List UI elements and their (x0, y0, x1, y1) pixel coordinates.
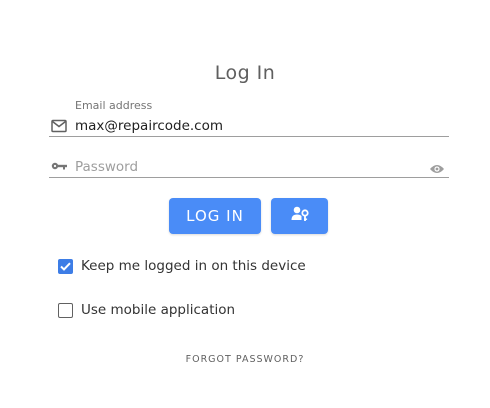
check-icon (60, 262, 71, 271)
login-button-label: LOG IN (186, 207, 244, 225)
key-icon (51, 161, 68, 171)
email-value[interactable]: max@repaircode.com (75, 118, 223, 134)
forgot-password-link[interactable]: FORGOT PASSWORD? (0, 354, 490, 365)
mail-icon (51, 119, 67, 133)
login-button[interactable]: LOG IN (169, 198, 261, 234)
login-page: Log In Email address max@repaircode.com … (0, 0, 490, 408)
use-mobile-option[interactable]: Use mobile application (58, 301, 235, 319)
keep-logged-in-option[interactable]: Keep me logged in on this device (58, 257, 306, 275)
page-title: Log In (214, 62, 276, 84)
key-login-button[interactable] (271, 198, 328, 234)
user-key-icon (291, 206, 309, 226)
keep-logged-in-label[interactable]: Keep me logged in on this device (81, 258, 306, 274)
keep-logged-in-checkbox[interactable] (58, 258, 73, 274)
use-mobile-checkbox[interactable] (58, 302, 73, 318)
email-underline (49, 136, 449, 137)
password-underline (49, 177, 449, 178)
use-mobile-label[interactable]: Use mobile application (81, 302, 235, 318)
email-field[interactable]: Email address max@repaircode.com (49, 97, 449, 137)
password-field[interactable]: Password (49, 156, 449, 178)
password-input[interactable]: Password (75, 159, 138, 175)
email-label: Email address (75, 99, 153, 112)
